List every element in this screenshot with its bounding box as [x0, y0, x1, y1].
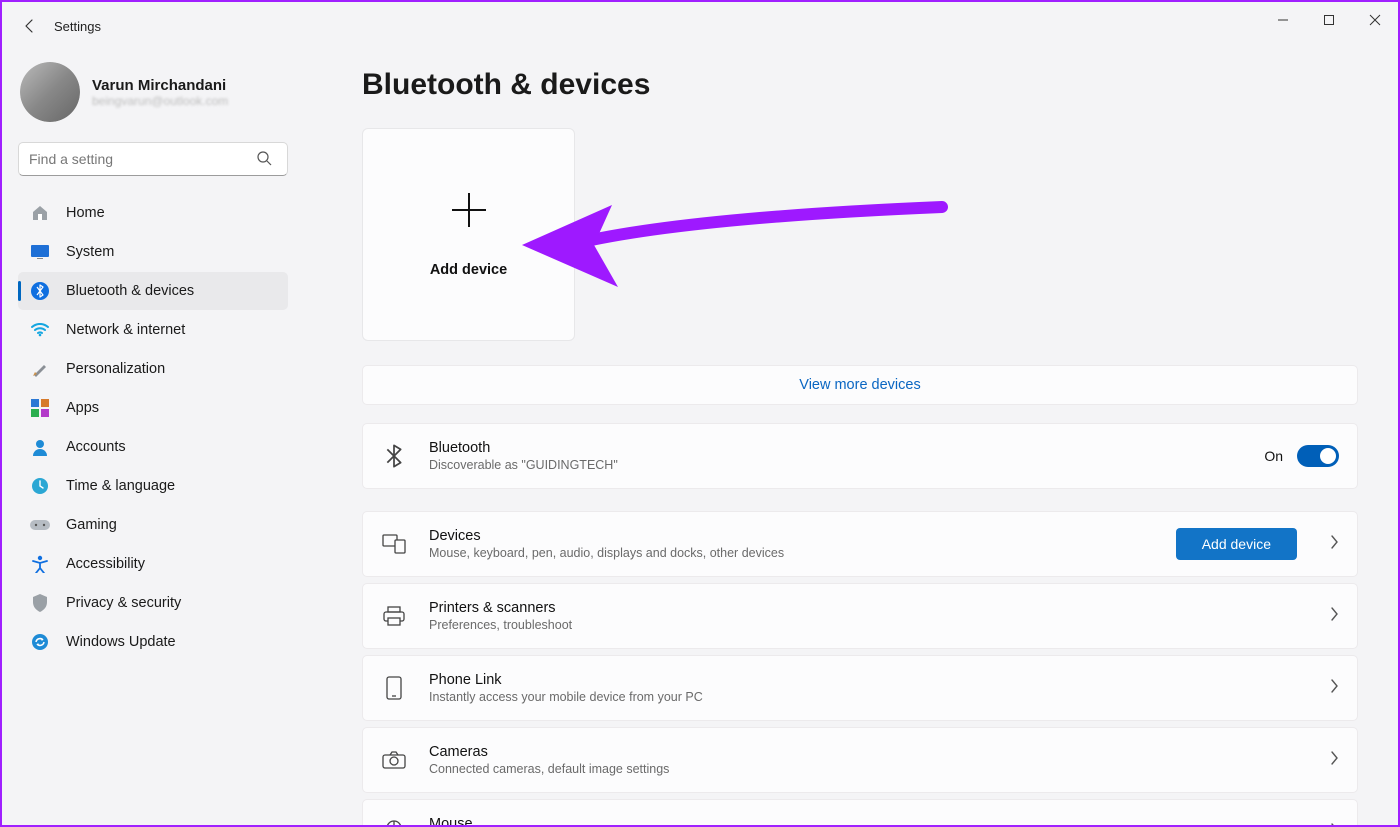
- avatar: [20, 62, 80, 122]
- phone-icon: [381, 675, 407, 701]
- shield-icon: [30, 593, 50, 613]
- nav-item-personalization[interactable]: Personalization: [18, 350, 288, 388]
- devices-title: Devices: [429, 528, 1154, 544]
- page-title: Bluetooth & devices: [362, 68, 1358, 102]
- printers-title: Printers & scanners: [429, 600, 1297, 616]
- add-device-label: Add device: [430, 262, 507, 278]
- cameras-subtitle: Connected cameras, default image setting…: [429, 762, 1297, 776]
- bluetooth-small-icon: [381, 443, 407, 469]
- window-title: Settings: [54, 19, 101, 34]
- nav-label: Windows Update: [66, 634, 176, 650]
- bluetooth-subtitle: Discoverable as "GUIDINGTECH": [429, 458, 1242, 472]
- back-button[interactable]: [10, 6, 50, 46]
- nav-item-network[interactable]: Network & internet: [18, 311, 288, 349]
- chevron-right-icon: [1329, 535, 1339, 554]
- chevron-right-icon: [1329, 751, 1339, 770]
- update-icon: [30, 632, 50, 652]
- bluetooth-toggle-row: Bluetooth Discoverable as "GUIDINGTECH" …: [362, 423, 1358, 489]
- titlebar: Settings: [2, 2, 1398, 50]
- apps-icon: [30, 398, 50, 418]
- bluetooth-toggle[interactable]: [1297, 445, 1339, 467]
- nav-label: Apps: [66, 400, 99, 416]
- row-devices[interactable]: Devices Mouse, keyboard, pen, audio, dis…: [362, 511, 1358, 577]
- plus-icon: [450, 191, 488, 234]
- system-icon: [30, 242, 50, 262]
- person-icon: [30, 437, 50, 457]
- row-printers[interactable]: Printers & scanners Preferences, trouble…: [362, 583, 1358, 649]
- brush-icon: [30, 359, 50, 379]
- mouse-title: Mouse: [429, 816, 1297, 825]
- close-button[interactable]: [1352, 2, 1398, 38]
- maximize-button[interactable]: [1306, 2, 1352, 38]
- printer-icon: [381, 603, 407, 629]
- chevron-right-icon: [1329, 607, 1339, 626]
- nav-item-bluetooth[interactable]: Bluetooth & devices: [18, 272, 288, 310]
- mouse-icon: [381, 819, 407, 825]
- sidebar: Varun Mirchandani beingvarun@outlook.com…: [2, 50, 302, 825]
- window-controls: [1260, 2, 1398, 38]
- row-mouse[interactable]: Mouse Buttons, mouse pointer speed, scro…: [362, 799, 1358, 825]
- nav-label: Privacy & security: [66, 595, 181, 611]
- add-device-card[interactable]: Add device: [362, 128, 575, 341]
- main-content: Bluetooth & devices Add device View more…: [302, 50, 1398, 825]
- add-device-button[interactable]: Add device: [1176, 528, 1297, 560]
- nav-item-apps[interactable]: Apps: [18, 389, 288, 427]
- nav-label: Network & internet: [66, 322, 185, 338]
- nav-label: Accounts: [66, 439, 126, 455]
- nav-item-update[interactable]: Windows Update: [18, 623, 288, 661]
- view-more-label: View more devices: [799, 377, 920, 393]
- row-cameras[interactable]: Cameras Connected cameras, default image…: [362, 727, 1358, 793]
- camera-icon: [381, 747, 407, 773]
- nav-label: System: [66, 244, 114, 260]
- chevron-right-icon: [1329, 823, 1339, 826]
- gamepad-icon: [30, 515, 50, 535]
- search-input[interactable]: [18, 142, 288, 176]
- row-phone-link[interactable]: Phone Link Instantly access your mobile …: [362, 655, 1358, 721]
- nav-item-gaming[interactable]: Gaming: [18, 506, 288, 544]
- bluetooth-state-label: On: [1264, 448, 1283, 464]
- minimize-button[interactable]: [1260, 2, 1306, 38]
- nav-item-accounts[interactable]: Accounts: [18, 428, 288, 466]
- printers-subtitle: Preferences, troubleshoot: [429, 618, 1297, 632]
- home-icon: [30, 203, 50, 223]
- nav-item-home[interactable]: Home: [18, 194, 288, 232]
- profile-email: beingvarun@outlook.com: [92, 94, 228, 108]
- bluetooth-icon: [30, 281, 50, 301]
- profile-block[interactable]: Varun Mirchandani beingvarun@outlook.com: [20, 62, 290, 122]
- view-more-devices[interactable]: View more devices: [362, 365, 1358, 405]
- nav-list: Home System Bluetooth & devices Network …: [18, 194, 290, 661]
- devices-subtitle: Mouse, keyboard, pen, audio, displays an…: [429, 546, 1154, 560]
- phone-subtitle: Instantly access your mobile device from…: [429, 690, 1297, 704]
- cameras-title: Cameras: [429, 744, 1297, 760]
- accessibility-icon: [30, 554, 50, 574]
- clock-icon: [30, 476, 50, 496]
- nav-item-privacy[interactable]: Privacy & security: [18, 584, 288, 622]
- phone-title: Phone Link: [429, 672, 1297, 688]
- nav-item-time[interactable]: Time & language: [18, 467, 288, 505]
- nav-item-accessibility[interactable]: Accessibility: [18, 545, 288, 583]
- profile-name: Varun Mirchandani: [92, 77, 228, 94]
- search-wrap: [18, 142, 290, 176]
- nav-label: Bluetooth & devices: [66, 283, 194, 299]
- nav-label: Gaming: [66, 517, 117, 533]
- devices-icon: [381, 531, 407, 557]
- nav-label: Accessibility: [66, 556, 145, 572]
- nav-item-system[interactable]: System: [18, 233, 288, 271]
- chevron-right-icon: [1329, 679, 1339, 698]
- bluetooth-title: Bluetooth: [429, 440, 1242, 456]
- nav-label: Personalization: [66, 361, 165, 377]
- nav-label: Time & language: [66, 478, 175, 494]
- nav-label: Home: [66, 205, 105, 221]
- search-icon: [256, 150, 272, 171]
- wifi-icon: [30, 320, 50, 340]
